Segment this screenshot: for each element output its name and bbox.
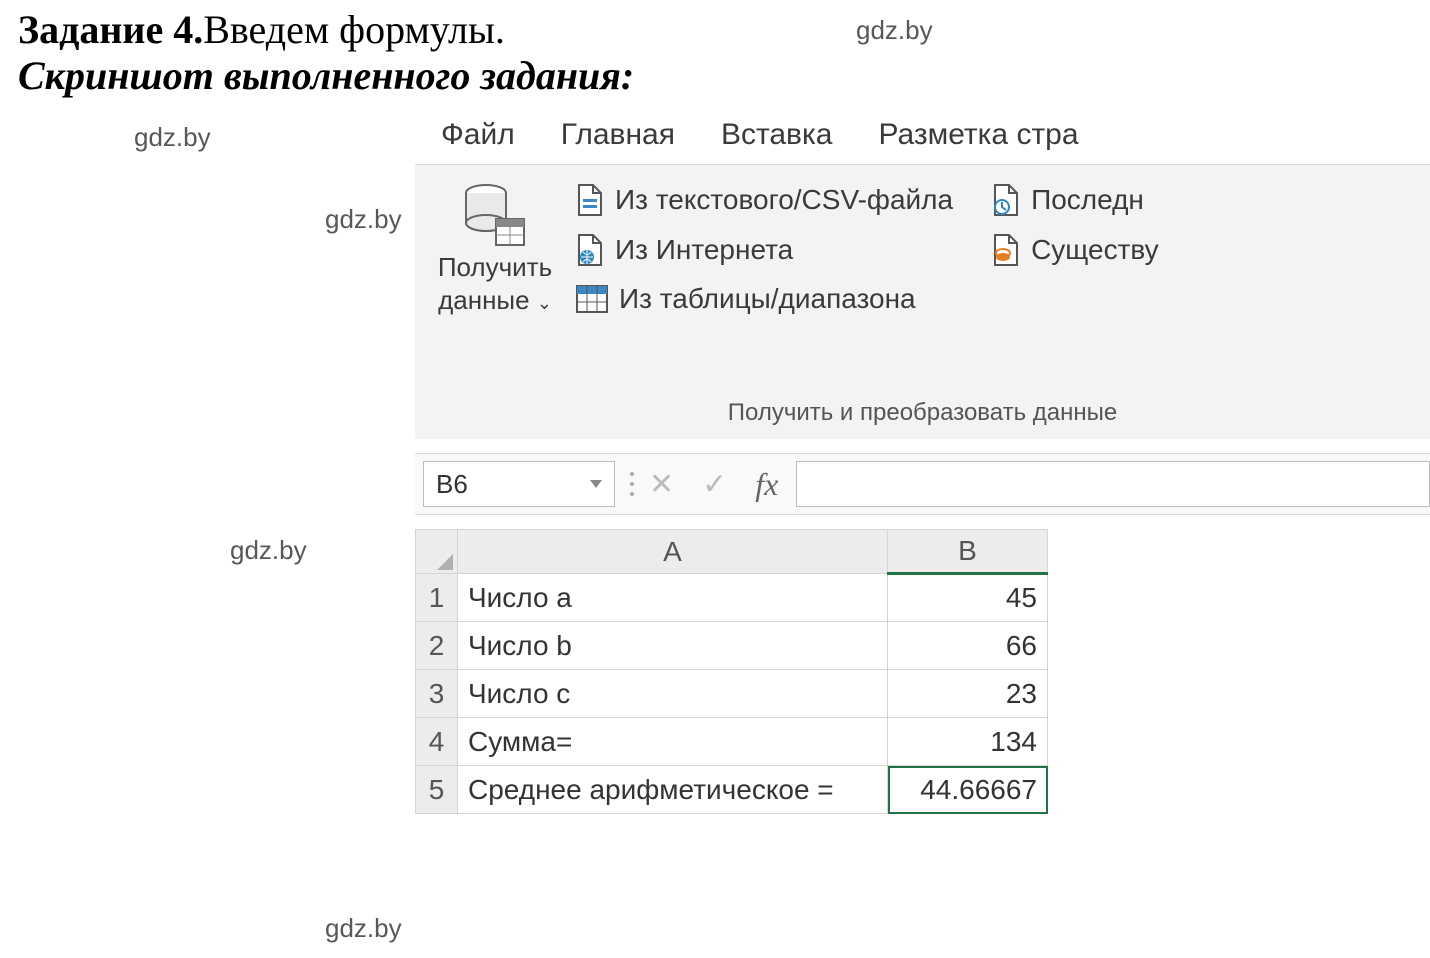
tab-page-layout[interactable]: Разметка стра (878, 118, 1078, 152)
dropdown-arrow-icon (590, 480, 602, 488)
file-web-icon (575, 233, 605, 267)
cell-a5[interactable]: Среднее арифметическое = (458, 766, 888, 814)
formula-bar-row: B6 ✕ ✓ fx (415, 453, 1430, 515)
formula-input[interactable] (796, 461, 1430, 507)
from-web-label: Из Интернета (615, 234, 793, 266)
row-header[interactable]: 4 (416, 718, 458, 766)
name-box[interactable]: B6 (423, 461, 615, 507)
ribbon: Получить данные ⌄ Из текстового/CSV-файл… (415, 164, 1430, 439)
watermark-text: gdz.by (134, 122, 211, 153)
existing-connections-button[interactable]: Существу (991, 233, 1159, 267)
task-title: Введем формулы. (203, 6, 505, 53)
spreadsheet-grid: A B 1 Число a 45 2 Число b 66 3 Число c … (415, 529, 1048, 814)
cell-b1[interactable]: 45 (888, 574, 1048, 622)
cell-a1[interactable]: Число a (458, 574, 888, 622)
watermark-text: gdz.by (230, 535, 307, 566)
from-table-range-button[interactable]: Из таблицы/диапазона (575, 283, 953, 315)
cell-a2[interactable]: Число b (458, 622, 888, 670)
watermark-text: gdz.by (325, 913, 402, 944)
watermark-text: gdz.by (325, 204, 402, 235)
file-csv-icon (575, 183, 605, 217)
file-recent-icon (991, 183, 1021, 217)
cell-b2[interactable]: 66 (888, 622, 1048, 670)
row-header[interactable]: 1 (416, 574, 458, 622)
task-number: Задание 4. (18, 6, 203, 53)
task-heading: Задание 4. Введем формулы. (18, 6, 1430, 53)
accept-formula-button[interactable]: ✓ (702, 467, 727, 502)
from-text-csv-label: Из текстового/CSV-файла (615, 184, 953, 216)
select-all-corner[interactable] (416, 530, 458, 574)
file-existing-icon (991, 233, 1021, 267)
row-header[interactable]: 3 (416, 670, 458, 718)
screenshot-caption: Скриншот выполненного задания: (18, 52, 634, 99)
database-icon (462, 181, 528, 249)
cell-a3[interactable]: Число c (458, 670, 888, 718)
excel-screenshot: Файл Главная Вставка Разметка стра Получ… (415, 112, 1430, 814)
get-data-label: Получить данные ⌄ (438, 251, 552, 316)
corner-triangle-icon (437, 554, 453, 570)
cancel-formula-button[interactable]: ✕ (649, 467, 674, 502)
row-header[interactable]: 2 (416, 622, 458, 670)
from-web-button[interactable]: Из Интернета (575, 233, 953, 267)
name-box-value: B6 (436, 469, 468, 500)
row-header[interactable]: 5 (416, 766, 458, 814)
column-header-a[interactable]: A (458, 530, 888, 574)
recent-sources-button[interactable]: Последн (991, 183, 1159, 217)
ribbon-group-label: Получить и преобразовать данные (415, 399, 1430, 427)
ribbon-tabs: Файл Главная Вставка Разметка стра (415, 112, 1430, 164)
tab-home[interactable]: Главная (561, 118, 675, 152)
recent-sources-label: Последн (1031, 184, 1144, 216)
insert-function-button[interactable]: fx (755, 466, 778, 503)
existing-connections-label: Существу (1031, 234, 1159, 266)
cell-b5[interactable]: 44.66667 (888, 766, 1048, 814)
get-data-button[interactable]: Получить данные ⌄ (425, 181, 565, 316)
cell-b4[interactable]: 134 (888, 718, 1048, 766)
watermark-text: gdz.by (856, 15, 933, 46)
cell-b3[interactable]: 23 (888, 670, 1048, 718)
column-header-b[interactable]: B (888, 530, 1048, 574)
tab-insert[interactable]: Вставка (721, 118, 833, 152)
table-range-icon (575, 284, 609, 314)
from-table-range-label: Из таблицы/диапазона (619, 283, 916, 315)
tab-file[interactable]: Файл (441, 118, 515, 152)
cell-a4[interactable]: Сумма= (458, 718, 888, 766)
from-text-csv-button[interactable]: Из текстового/CSV-файла (575, 183, 953, 217)
grip-separator-icon (625, 472, 639, 496)
